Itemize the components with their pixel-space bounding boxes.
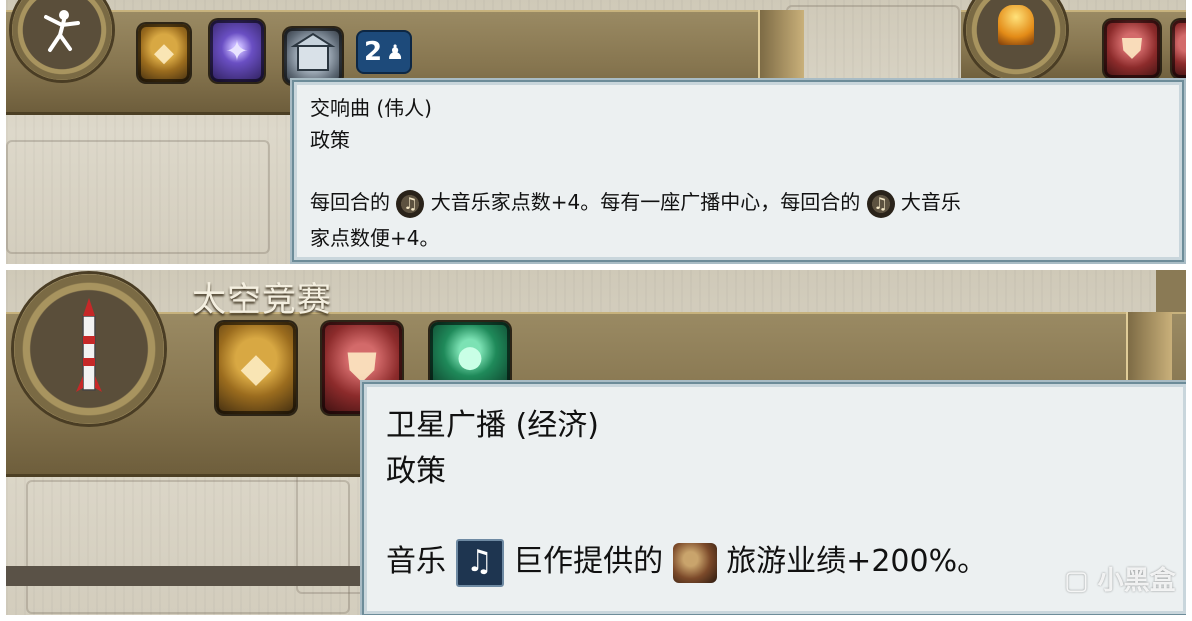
great-person-icon: ♟	[386, 40, 405, 64]
wonder-title: 太空竞赛	[192, 280, 332, 320]
desc-text: 旅游业绩+200%。	[726, 544, 988, 579]
policy-tooltip: 交响曲 (伟人) 政策 每回合的 ♫ 大音乐家点数+4。每有一座广播中心，每回合…	[292, 80, 1184, 262]
ballerina-icon	[42, 5, 82, 55]
great-musician-icon: ♫	[396, 189, 425, 218]
diamond-icon: ◆	[240, 345, 272, 391]
floor-stripe	[6, 566, 366, 586]
bar-corner	[1156, 270, 1186, 312]
desc-text: 大音乐家点数+4。每有一座广播中心，每回合的	[430, 190, 861, 214]
desc-text: 音乐	[386, 544, 446, 579]
military-policy-card[interactable]: ⛊	[1104, 20, 1160, 78]
background-sketch	[6, 140, 270, 254]
background-sketch	[786, 5, 960, 89]
policy-description-line1: 每回合的 ♫ 大音乐家点数+4。每有一座广播中心，每回合的 ♫ 大音乐	[310, 186, 961, 218]
military-policy-card-partial[interactable]	[1172, 20, 1186, 78]
building-icon	[290, 32, 336, 71]
orb-icon: ●	[456, 339, 484, 375]
desc-text: 大音乐	[900, 190, 961, 214]
sparkle-icon: ✦	[225, 34, 249, 68]
policy-name: 交响曲 (伟人)	[310, 96, 432, 120]
policy-type: 政策	[386, 454, 446, 489]
policy-type: 政策	[310, 128, 350, 152]
policy-panel-top: ◆ ✦ 2 ♟ ⛊ 交响曲 (伟人) 政策 每回合的 ♫ 大音乐家点数+4。每有…	[6, 0, 1186, 264]
music-great-work-icon: ♫	[455, 538, 504, 587]
great-musician-icon: ♫	[866, 189, 895, 218]
economic-policy-card[interactable]: ◆	[138, 24, 190, 82]
policy-description-line2: 家点数便+4。	[310, 226, 440, 250]
policy-panel-bottom: 太空竞赛 ◆ ⛊ ● 卫星广播 (经济) 政策 音乐 ♫ 巨作提供的 旅游业绩+…	[6, 270, 1186, 615]
rocket-icon	[74, 296, 104, 396]
wonder-medallion[interactable]	[14, 274, 164, 424]
great-person-count: 2	[364, 37, 383, 67]
tourism-icon	[672, 542, 717, 583]
watermark-text: 小黑盒	[1097, 566, 1176, 596]
desc-text: 每回合的	[310, 190, 390, 214]
watermark-icon: ▢	[1064, 566, 1089, 596]
desc-text: 巨作提供的	[513, 544, 664, 579]
policy-tooltip: 卫星广播 (经济) 政策 音乐 ♫ 巨作提供的 旅游业绩+200%。 ▢ 小黑盒	[362, 382, 1186, 615]
diamond-icon: ◆	[154, 38, 174, 68]
watermark: ▢ 小黑盒	[1064, 560, 1176, 597]
torch-icon	[998, 5, 1034, 45]
policy-name: 卫星广播 (经济)	[386, 408, 599, 443]
great-work-slot[interactable]	[284, 28, 342, 84]
economic-policy-card[interactable]: ◆	[216, 322, 296, 414]
policy-description: 音乐 ♫ 巨作提供的 旅游业绩+200%。	[386, 536, 987, 587]
great-person-count-badge[interactable]: 2 ♟	[356, 30, 413, 74]
shield-icon: ⛊	[1121, 32, 1143, 65]
wildcard-policy-card[interactable]: ✦	[210, 20, 264, 82]
